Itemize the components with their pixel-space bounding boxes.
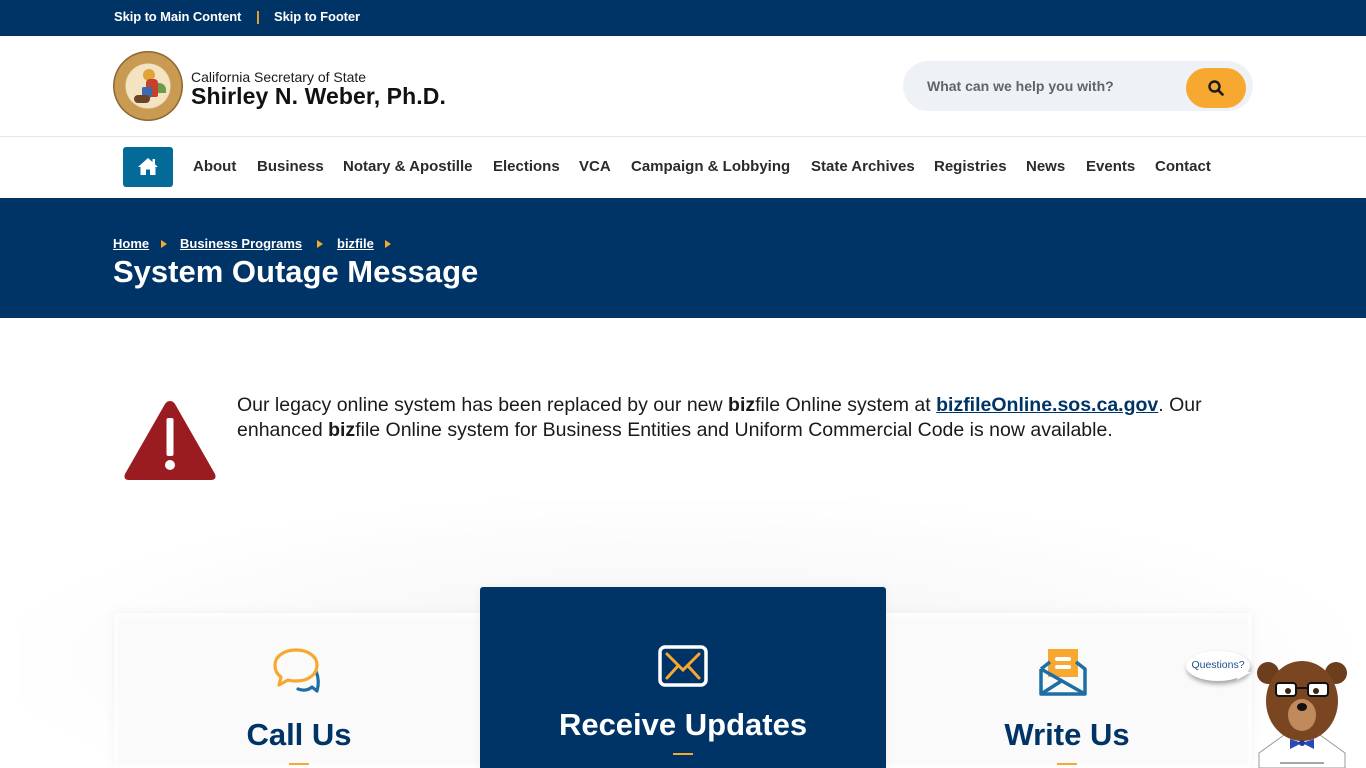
chatbot-bubble-text: Questions? (1191, 659, 1245, 671)
nav-contact[interactable]: Contact (1155, 158, 1211, 175)
nav-registries[interactable]: Registries (934, 158, 1007, 175)
skip-separator: | (256, 8, 260, 24)
page-title: System Outage Message (113, 254, 479, 289)
card-title: Receive Updates (558, 707, 808, 742)
search-input[interactable] (927, 73, 1177, 99)
skip-to-main-link[interactable]: Skip to Main Content (114, 9, 241, 24)
brand-name[interactable]: Shirley N. Weber, Ph.D. (191, 83, 446, 110)
outage-message: Our legacy online system has been replac… (237, 393, 1247, 443)
nav-business[interactable]: Business (257, 158, 324, 175)
search-button[interactable] (1186, 68, 1246, 108)
home-icon (138, 158, 158, 175)
card-title: Call Us (246, 717, 352, 752)
card-divider (673, 753, 693, 755)
breadcrumb-arrow-icon (161, 240, 167, 248)
receive-updates-card[interactable]: Receive Updates (480, 587, 886, 768)
message-text: file Online system for Business Entities… (355, 419, 1113, 441)
nav-vca[interactable]: VCA (579, 158, 611, 175)
breadcrumb-business-programs[interactable]: Business Programs (180, 236, 302, 251)
breadcrumb-arrow-icon (317, 240, 323, 248)
page-hero: Home Business Programs bizfile System Ou… (0, 198, 1366, 318)
write-us-card[interactable]: Write Us (882, 613, 1252, 768)
nav-campaign-lobbying[interactable]: Campaign & Lobbying (631, 158, 790, 175)
nav-about[interactable]: About (193, 158, 236, 175)
breadcrumb-bizfile[interactable]: bizfile (337, 236, 374, 251)
chatbot-bear-icon[interactable] (1254, 655, 1350, 768)
bizfile-online-link[interactable]: bizfileOnline.sos.ca.gov (936, 394, 1158, 416)
call-us-card[interactable]: Call Us (114, 613, 484, 768)
message-bold: biz (728, 394, 756, 416)
chat-bubbles-icon (273, 648, 320, 693)
message-bold: biz (328, 419, 356, 441)
envelope-icon (658, 645, 708, 687)
search-icon (1208, 80, 1224, 96)
skip-bar: Skip to Main Content | Skip to Footer (0, 0, 1366, 36)
open-letter-icon (1039, 649, 1087, 696)
nav-news[interactable]: News (1026, 158, 1065, 175)
message-text: Our legacy online system has been replac… (237, 394, 729, 416)
seal-emblem (130, 65, 166, 105)
home-button[interactable] (123, 147, 173, 187)
breadcrumb-arrow-icon (385, 240, 391, 248)
message-text: file Online system at (755, 394, 937, 416)
chatbot-bubble[interactable]: Questions? (1186, 651, 1251, 682)
card-title: Write Us (1004, 717, 1130, 752)
breadcrumb-home[interactable]: Home (113, 236, 149, 251)
nav-notary-apostille[interactable]: Notary & Apostille (343, 158, 472, 175)
nav-state-archives[interactable]: State Archives (811, 158, 915, 175)
warning-icon (124, 401, 216, 480)
skip-to-footer-link[interactable]: Skip to Footer (274, 9, 360, 24)
search-box (903, 61, 1253, 111)
main-nav: About Business Notary & Apostille Electi… (0, 137, 1366, 198)
card-divider (1057, 763, 1077, 765)
nav-events[interactable]: Events (1086, 158, 1135, 175)
card-divider (289, 763, 309, 765)
nav-elections[interactable]: Elections (493, 158, 560, 175)
state-seal-logo[interactable] (113, 51, 183, 121)
site-header: California Secretary of State Shirley N.… (0, 36, 1366, 137)
